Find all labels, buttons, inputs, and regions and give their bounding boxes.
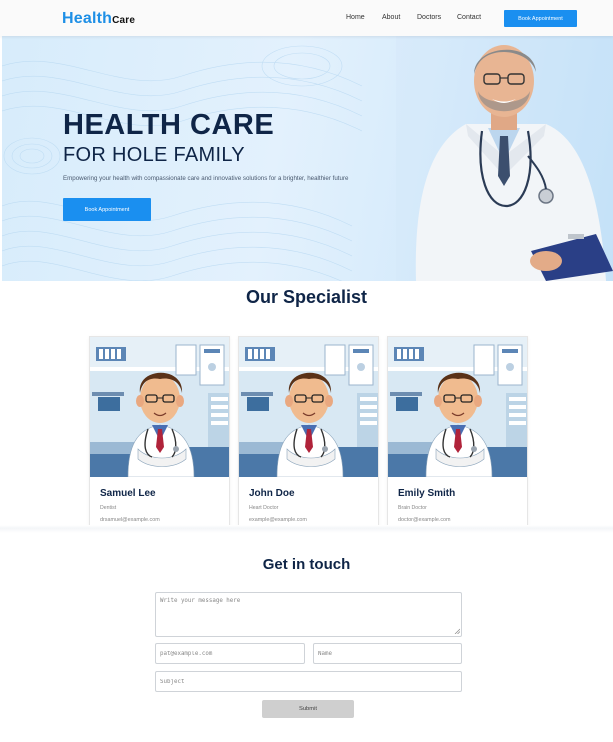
doctor-photo bbox=[396, 36, 613, 281]
logo[interactable]: HealthCare bbox=[62, 10, 135, 28]
specialist-section-title: Our Specialist bbox=[245, 287, 368, 307]
nav-link-about[interactable]: About bbox=[382, 14, 400, 21]
specialist-role: Brain Doctor bbox=[398, 505, 427, 511]
nav-link-home[interactable]: Home bbox=[346, 14, 365, 21]
email-input[interactable] bbox=[155, 643, 305, 664]
specialist-name: John Doe bbox=[249, 488, 295, 499]
resize-handle-icon[interactable] bbox=[454, 628, 460, 634]
message-textarea[interactable] bbox=[155, 592, 462, 637]
hero-title: HEALTH CARE bbox=[63, 109, 275, 141]
specialist-role: Dentist bbox=[100, 505, 117, 511]
specialist-card[interactable]: Samuel Lee Dentist drsamuel@example.com bbox=[89, 336, 230, 526]
doctor-illustration bbox=[90, 337, 229, 477]
logo-sub: Care bbox=[112, 15, 136, 26]
hero-book-appointment-button[interactable]: Book Appointment bbox=[63, 198, 151, 221]
specialist-email[interactable]: example@example.com bbox=[249, 517, 307, 523]
specialist-card[interactable]: John Doe Heart Doctor example@example.co… bbox=[238, 336, 379, 526]
nav-link-contact[interactable]: Contact bbox=[457, 14, 481, 21]
specialist-card[interactable]: Emily Smith Brain Doctor doctor@example.… bbox=[387, 336, 528, 526]
hero-section: HEALTH CARE FOR HOLE FAMILY Empowering y… bbox=[2, 36, 613, 281]
specialist-name: Emily Smith bbox=[398, 488, 456, 499]
logo-main: Health bbox=[62, 10, 113, 27]
hero-subtitle: FOR HOLE FAMILY bbox=[63, 144, 245, 166]
contact-section-title: Get in touch bbox=[262, 556, 351, 573]
name-input[interactable] bbox=[313, 643, 462, 664]
section-divider bbox=[0, 525, 613, 533]
subject-input[interactable] bbox=[155, 671, 462, 692]
specialist-name: Samuel Lee bbox=[100, 488, 156, 499]
navbar: HealthCare Home About Doctors Contact Bo… bbox=[0, 0, 613, 36]
specialist-email[interactable]: doctor@example.com bbox=[398, 517, 451, 523]
doctor-illustration bbox=[239, 337, 378, 477]
nav-link-doctors[interactable]: Doctors bbox=[417, 14, 441, 21]
specialist-email[interactable]: drsamuel@example.com bbox=[100, 517, 160, 523]
specialist-role: Heart Doctor bbox=[249, 505, 279, 511]
submit-button[interactable]: Submit bbox=[262, 700, 354, 718]
hero-description: Empowering your health with compassionat… bbox=[63, 175, 349, 182]
doctor-illustration bbox=[388, 337, 527, 477]
nav-book-appointment-button[interactable]: Book Appointment bbox=[504, 10, 577, 27]
